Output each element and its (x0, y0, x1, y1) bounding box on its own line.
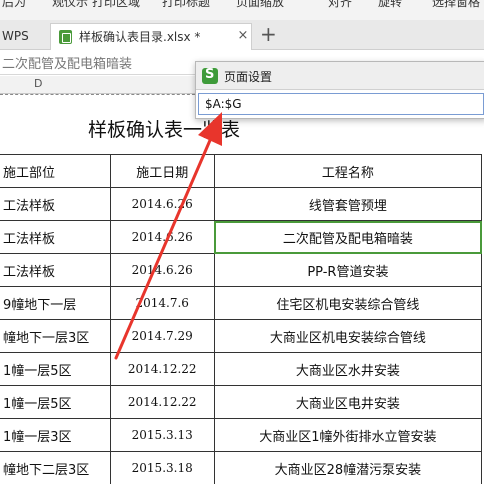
cell-date[interactable]: 2014.7.29 (109, 319, 215, 353)
toolbar-item[interactable]: 对齐 (328, 0, 352, 10)
cell-date[interactable]: 2014.6.26 (109, 187, 215, 221)
table-row: 1幢一层5区 2014.12.22 大商业区水井安装 (0, 352, 483, 386)
toolbar-item[interactable]: 页面缩放 (236, 0, 284, 10)
table-row: 1幢一层3区 2015.3.13 大商业区1幢外街排水立管安装 (0, 418, 483, 452)
cell-location[interactable]: 工法样板 (0, 187, 111, 221)
table-row: 工法样板 2014.6.26 PP-R管道安装 (0, 253, 483, 287)
table-header-row: 施工部位 施工日期 工程名称 (0, 154, 483, 188)
table-row: 工法样板 2014.6.26 二次配管及配电箱暗装 (0, 220, 483, 254)
cell-project[interactable]: 大商业区水井安装 (213, 352, 483, 386)
dialog-title-bar[interactable]: 页面设置 (196, 62, 484, 90)
table-row: 幢地下二层3区 2015.3.18 大商业区28幢潜污泵安装 (0, 451, 483, 484)
header-cell[interactable]: 施工部位 (0, 154, 111, 188)
cell-date[interactable]: 2015.3.18 (109, 451, 215, 484)
cell-project[interactable]: 大商业区机电安装综合管线 (213, 319, 483, 353)
table-row: 1幢一层5区 2014.12.22 大商业区电井安装 (0, 385, 483, 419)
spreadsheet-file-icon (59, 30, 72, 44)
cell-location[interactable]: 幢地下二层3区 (0, 451, 111, 484)
column-header-d[interactable]: D (34, 77, 42, 90)
cell-project[interactable]: PP-R管道安装 (213, 253, 483, 287)
toolbar-item[interactable]: 打印标题 (162, 0, 210, 10)
cell-location[interactable]: 1幢一层5区 (0, 352, 111, 386)
cell-date[interactable]: 2014.6.26 (109, 220, 215, 254)
formula-bar-content[interactable]: 二次配管及配电箱暗装 (2, 53, 132, 72)
table-row: 幢地下一层3区 2014.7.29 大商业区机电安装综合管线 (0, 319, 483, 353)
toolbar-item[interactable]: 观仪示 (52, 0, 88, 10)
toolbar-item[interactable]: 后为 (2, 0, 26, 10)
cell-date[interactable]: 2014.6.26 (109, 253, 215, 287)
cell-location[interactable]: 工法样板 (0, 220, 111, 254)
cell-project[interactable]: 住宅区机电安装综合管线 (213, 286, 483, 320)
toolbar-item[interactable]: 打印区域 (92, 0, 140, 10)
cell-location[interactable]: 9幢地下一层 (0, 286, 111, 320)
close-tab-icon[interactable]: × (236, 28, 250, 43)
cell-date[interactable]: 2014.7.6 (109, 286, 215, 320)
dialog-title: 页面设置 (224, 70, 273, 84)
cell-project[interactable]: 大商业区1幢外街排水立管安装 (213, 418, 483, 452)
toolbar-item[interactable]: 选择窗格 (432, 0, 480, 10)
tab-file-name: 样板确认表目录.xlsx * (79, 30, 201, 44)
data-table: 施工部位 施工日期 工程名称 工法样板 2014.6.26 线管套管预埋 工法样… (0, 154, 483, 484)
new-tab-plus-icon[interactable]: + (260, 22, 277, 46)
header-cell[interactable]: 工程名称 (213, 154, 483, 188)
wps-spreadsheet-icon (202, 67, 218, 84)
cell-location[interactable]: 1幢一层5区 (0, 385, 111, 419)
page-setup-dialog: 页面设置 $A:$G (195, 61, 484, 119)
sheet-title[interactable]: 样板确认表一览表 (88, 115, 240, 142)
worksheet-area[interactable]: 样板确认表一览表 施工部位 施工日期 工程名称 工法样板 2014.6.26 线… (0, 95, 484, 484)
tab-current-file[interactable]: 样板确认表目录.xlsx * (50, 23, 252, 50)
table-row: 9幢地下一层 2014.7.6 住宅区机电安装综合管线 (0, 286, 483, 320)
cell-location[interactable]: 幢地下一层3区 (0, 319, 111, 353)
document-tab-bar: WPS 样板确认表目录.xlsx * × + (0, 20, 484, 50)
tab-wps-home[interactable]: WPS (0, 24, 46, 48)
cell-project[interactable]: 大商业区28幢潜污泵安装 (213, 451, 483, 484)
cell-date[interactable]: 2015.3.13 (109, 418, 215, 452)
header-cell[interactable]: 施工日期 (109, 154, 215, 188)
cell-project[interactable]: 大商业区电井安装 (213, 385, 483, 419)
cell-date[interactable]: 2014.12.22 (109, 352, 215, 386)
cell-location[interactable]: 1幢一层3区 (0, 418, 111, 452)
ribbon-toolbar: 后为 观仪示 打印区域 打印标题 页面缩放 对齐 旋转 选择窗格 (0, 0, 484, 20)
cell-date[interactable]: 2014.12.22 (109, 385, 215, 419)
cell-location[interactable]: 工法样板 (0, 253, 111, 287)
toolbar-item[interactable]: 旋转 (378, 0, 402, 10)
print-titles-range-input[interactable]: $A:$G (198, 93, 484, 115)
cell-project[interactable]: 线管套管预埋 (213, 187, 483, 221)
table-row: 工法样板 2014.6.26 线管套管预埋 (0, 187, 483, 221)
cell-project-selected[interactable]: 二次配管及配电箱暗装 (213, 220, 483, 254)
